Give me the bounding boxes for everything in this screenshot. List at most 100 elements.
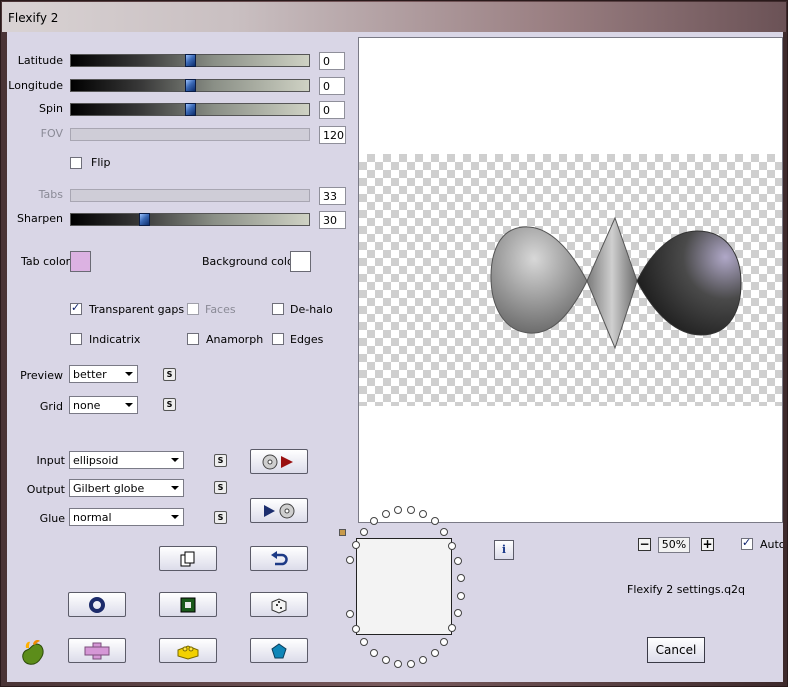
latitude-value[interactable]: 0 xyxy=(319,52,345,70)
indicatrix-label: Indicatrix xyxy=(89,333,141,346)
preset-dial-dot[interactable] xyxy=(394,660,403,669)
latitude-slider-thumb[interactable] xyxy=(185,54,196,67)
fov-slider xyxy=(70,128,310,141)
longitude-slider-thumb[interactable] xyxy=(185,79,196,92)
tabs-slider xyxy=(70,189,310,202)
preset-dial-marker[interactable] xyxy=(339,529,346,536)
faces-label: Faces xyxy=(205,303,236,316)
preview-quality-value: better xyxy=(73,368,107,381)
edges-checkbox[interactable] xyxy=(272,333,284,345)
spin-slider-thumb[interactable] xyxy=(185,103,196,116)
preset-dial-dot[interactable] xyxy=(453,557,462,566)
longitude-slider[interactable] xyxy=(70,79,310,92)
sharpen-slider[interactable] xyxy=(70,213,310,226)
fov-value[interactable]: 120 xyxy=(319,126,346,144)
settings-filename: Flexify 2 settings.q2q xyxy=(627,583,746,596)
preset-dial-dot[interactable] xyxy=(448,541,457,550)
preset-dial-dot[interactable] xyxy=(360,638,369,647)
zoom-out-button[interactable]: − xyxy=(638,538,651,551)
spin-label: Spin xyxy=(39,102,63,115)
preset-dial-dot[interactable] xyxy=(370,649,379,658)
preset-dial-dot[interactable] xyxy=(381,656,390,665)
preset-preview-box[interactable] xyxy=(356,538,452,635)
transparent-gaps-checkbox[interactable] xyxy=(70,301,82,315)
preset-dial-dot[interactable] xyxy=(430,648,439,657)
brick-button[interactable] xyxy=(159,638,217,663)
preset-dial-dot[interactable] xyxy=(440,637,449,646)
preset-dial-dot[interactable] xyxy=(456,574,465,583)
latitude-label: Latitude xyxy=(17,54,63,67)
de-halo-checkbox[interactable] xyxy=(272,303,284,315)
output-s-button[interactable]: S xyxy=(214,481,227,494)
spin-slider[interactable] xyxy=(70,103,310,116)
save-output-button[interactable] xyxy=(250,498,308,523)
randomize-button[interactable] xyxy=(250,592,308,617)
plus-shape-button[interactable] xyxy=(68,638,126,663)
pink-cross-icon xyxy=(84,642,110,659)
output-select[interactable]: Gilbert globe xyxy=(69,479,184,497)
edges-label: Edges xyxy=(290,333,324,346)
preview-canvas[interactable] xyxy=(358,37,783,523)
preset-dial-dot[interactable] xyxy=(381,509,390,518)
preset-dial-dot[interactable] xyxy=(440,528,449,537)
preset-dial-dot[interactable] xyxy=(448,624,457,633)
output-label: Output xyxy=(26,483,65,496)
preset-dial-dot[interactable] xyxy=(430,517,439,526)
preset-dial-dot[interactable] xyxy=(453,608,462,617)
undo-button[interactable] xyxy=(250,546,308,571)
indicatrix-checkbox[interactable] xyxy=(70,333,82,345)
sharpen-value[interactable]: 30 xyxy=(319,211,346,229)
grid-select[interactable]: none xyxy=(69,396,138,414)
tabs-value[interactable]: 33 xyxy=(319,187,346,205)
title-bar[interactable]: Flexify 2 xyxy=(2,2,786,32)
dice-icon xyxy=(271,597,287,614)
window-title: Flexify 2 xyxy=(8,11,59,25)
preset-dial-dot[interactable] xyxy=(419,656,428,665)
grid-s-button[interactable]: S xyxy=(163,398,176,411)
glue-s-button[interactable]: S xyxy=(214,511,227,524)
zoom-in-button[interactable]: + xyxy=(701,538,714,551)
copy-button[interactable] xyxy=(159,546,217,571)
preview-quality-select[interactable]: better xyxy=(69,365,138,383)
tab-color-swatch[interactable] xyxy=(70,251,91,272)
preset-dial-dot[interactable] xyxy=(406,660,415,669)
longitude-value[interactable]: 0 xyxy=(319,77,345,95)
preset-dial-dot[interactable] xyxy=(346,609,355,618)
latitude-slider[interactable] xyxy=(70,54,310,67)
background-color-swatch[interactable] xyxy=(290,251,311,272)
auto-zoom-checkbox[interactable] xyxy=(741,536,753,550)
faces-checkbox xyxy=(187,303,199,315)
preset-dial-dot[interactable] xyxy=(370,516,379,525)
input-s-button[interactable]: S xyxy=(214,454,227,467)
preset-dial-dot[interactable] xyxy=(346,556,355,565)
chevron-down-icon xyxy=(171,486,179,490)
input-select[interactable]: ellipsoid xyxy=(69,451,184,469)
ring-shape-button[interactable] xyxy=(68,592,126,617)
sharpen-slider-thumb[interactable] xyxy=(139,213,150,226)
dialog-body: Latitude 0 Longitude 0 Spin 0 FOV 120 Fl… xyxy=(7,32,783,682)
preset-dial-dot[interactable] xyxy=(406,505,415,514)
preset-dial-dot[interactable] xyxy=(360,527,369,536)
preset-dial-dot[interactable] xyxy=(456,591,465,600)
flexify-window: Flexify 2 Latitude 0 Longitude 0 Spin 0 … xyxy=(0,0,788,687)
flaming-pear-logo-icon xyxy=(19,638,47,666)
preset-dial-dot[interactable] xyxy=(419,509,428,518)
cancel-button[interactable]: Cancel xyxy=(647,637,705,663)
info-button[interactable]: i xyxy=(494,540,514,560)
anamorph-checkbox[interactable] xyxy=(187,333,199,345)
preset-dial-dot[interactable] xyxy=(352,540,361,549)
spin-value[interactable]: 0 xyxy=(319,101,345,119)
zoom-level: 50% xyxy=(658,537,690,553)
chevron-down-icon xyxy=(171,458,179,462)
preview-shape-image xyxy=(490,216,742,350)
glue-select[interactable]: normal xyxy=(69,508,184,526)
preset-dial-dot[interactable] xyxy=(394,505,403,514)
transparent-gaps-label: Transparent gaps xyxy=(89,303,185,316)
load-input-button[interactable] xyxy=(250,449,308,474)
preview-s-button[interactable]: S xyxy=(163,368,176,381)
pentagon-button[interactable] xyxy=(250,638,308,663)
frame-shape-button[interactable] xyxy=(159,592,217,617)
flip-label: Flip xyxy=(91,156,111,169)
play-to-disc-icon xyxy=(264,503,295,518)
flip-checkbox[interactable] xyxy=(70,157,82,169)
